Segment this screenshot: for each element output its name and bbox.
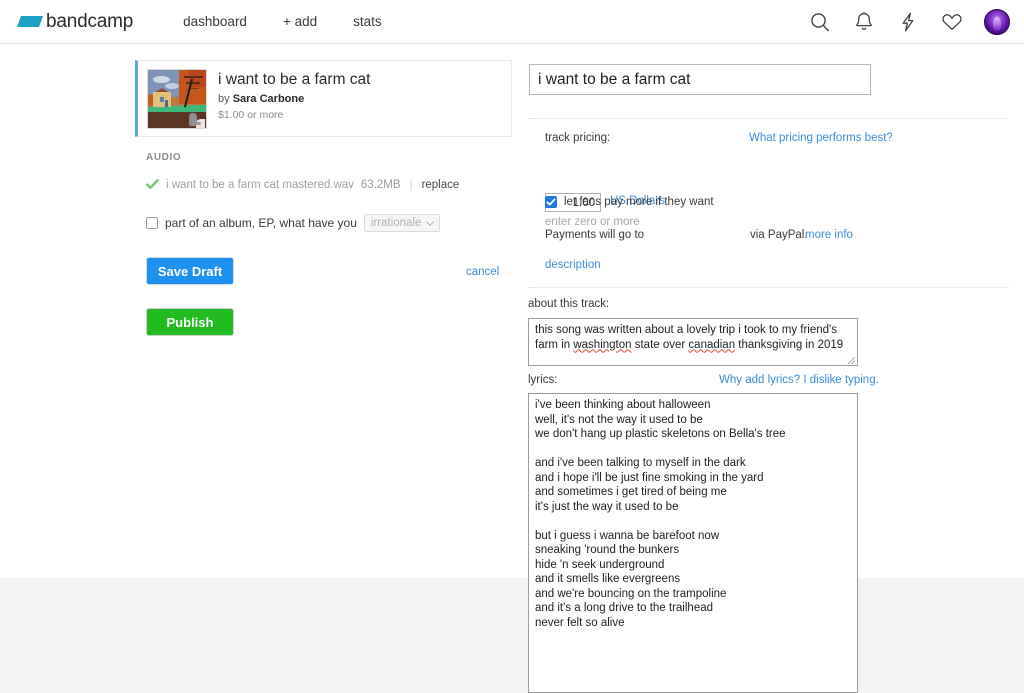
top-header: bandcamp dashboard + add stats	[0, 0, 1024, 44]
nav-item-stats[interactable]: stats	[335, 0, 400, 44]
search-icon[interactable]	[808, 10, 832, 34]
album-association-row: part of an album, EP, what have you irra…	[146, 214, 516, 232]
left-panel: i want to be a farm cat by Sara Carbone …	[0, 44, 512, 578]
lyrics-label: lyrics:	[528, 374, 557, 386]
track-card-artist: Sara Carbone	[233, 93, 305, 105]
checkmark-icon	[146, 178, 159, 191]
track-pricing-label: track pricing:	[545, 132, 610, 144]
track-title-input[interactable]	[529, 64, 871, 95]
part-of-album-checkbox[interactable]	[146, 217, 158, 229]
payments-suffix-label: via PayPal.	[750, 229, 808, 241]
payments-prefix-label: Payments will go to	[545, 229, 644, 241]
resize-grip-icon[interactable]	[848, 357, 855, 364]
cancel-link[interactable]: cancel	[466, 266, 499, 278]
about-text-part-3: thanksgiving in 2019	[735, 339, 843, 351]
avatar[interactable]	[984, 9, 1010, 35]
lyrics-help-link[interactable]: Why add lyrics? I dislike typing.	[719, 374, 879, 386]
album-select-dropdown[interactable]: irrationale	[364, 214, 441, 232]
track-summary-meta: i want to be a farm cat by Sara Carbone …	[218, 69, 371, 121]
bell-icon[interactable]	[852, 10, 876, 34]
album-art-thumbnail	[147, 69, 207, 129]
save-draft-button[interactable]: Save Draft	[146, 257, 234, 285]
about-this-track-label: about this track:	[528, 298, 609, 310]
description-link[interactable]: description	[545, 259, 601, 271]
lyrics-textarea[interactable]: i've been thinking about halloween well,…	[528, 393, 858, 693]
bandcamp-logo[interactable]: bandcamp	[19, 12, 133, 31]
replace-audio-button[interactable]: replace	[422, 179, 460, 191]
bandcamp-logo-text: bandcamp	[46, 12, 133, 31]
about-text-misspelled-canadian: canadian	[688, 339, 735, 351]
audio-separator: |	[410, 179, 413, 191]
track-summary-card[interactable]: i want to be a farm cat by Sara Carbone …	[135, 60, 512, 137]
lightning-bolt-icon[interactable]	[896, 10, 920, 34]
by-prefix: by	[218, 93, 233, 105]
about-this-track-textarea[interactable]: this song was written about a lovely tri…	[528, 318, 858, 366]
header-icon-group	[808, 0, 1010, 44]
publish-button[interactable]: Publish	[146, 308, 234, 336]
about-text-part-2: state over	[632, 339, 689, 351]
track-card-price: $1.00 or more	[218, 109, 371, 121]
right-panel: track pricing: What pricing performs bes…	[512, 44, 1024, 578]
track-card-title: i want to be a farm cat	[218, 70, 371, 89]
let-fans-pay-more-checkbox[interactable]	[545, 196, 557, 208]
payments-more-info-link[interactable]: more info	[805, 229, 853, 241]
heart-icon[interactable]	[940, 10, 964, 34]
price-hint: enter zero or more	[545, 216, 640, 228]
let-fans-pay-more-label: let fans pay more if they want	[564, 196, 714, 208]
pricing-help-link[interactable]: What pricing performs best?	[749, 132, 893, 144]
audio-section-label: AUDIO	[146, 152, 516, 163]
nav-item-dashboard[interactable]: dashboard	[165, 0, 265, 44]
divider-middle	[528, 287, 1010, 288]
about-text-misspelled-washington: washington	[573, 339, 631, 351]
nav-item-add[interactable]: + add	[265, 0, 335, 44]
audio-file-row: i want to be a farm cat mastered.wav 63.…	[146, 178, 516, 191]
divider-top	[528, 118, 1010, 119]
audio-file-size: 63.2MB	[361, 179, 401, 191]
main-nav: dashboard + add stats	[165, 0, 400, 44]
part-of-album-label: part of an album, EP, what have you	[165, 216, 357, 230]
audio-file-name: i want to be a farm cat mastered.wav	[166, 179, 354, 191]
bandcamp-logo-mark-icon	[17, 16, 43, 27]
audio-section: AUDIO i want to be a farm cat mastered.w…	[146, 152, 516, 232]
track-card-artist-line: by Sara Carbone	[218, 93, 371, 105]
